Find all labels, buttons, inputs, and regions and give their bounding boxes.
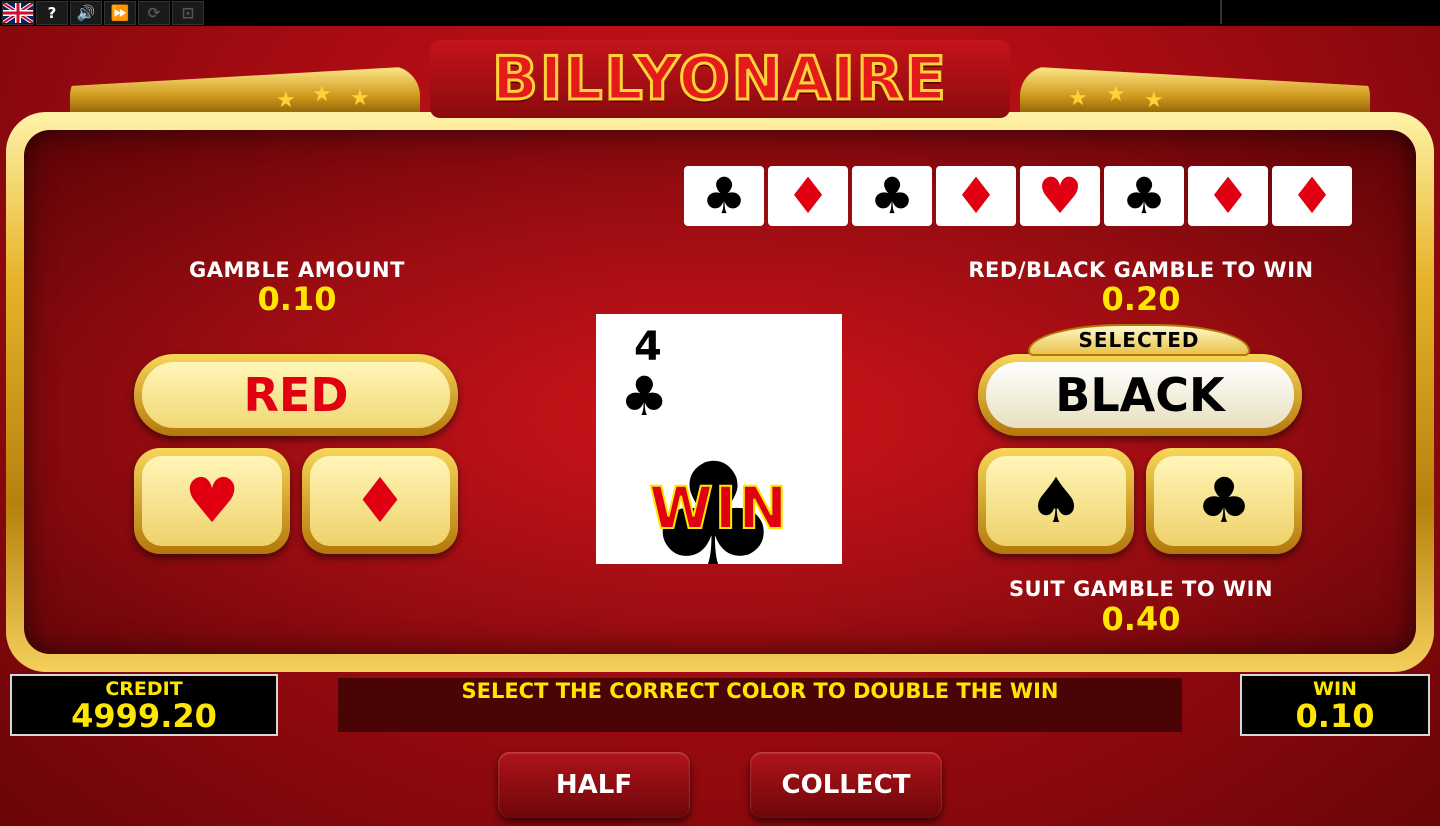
history-card: ♦ — [768, 166, 848, 226]
help-icon[interactable]: ? — [36, 1, 68, 25]
club-button[interactable]: ♣ — [1146, 448, 1302, 554]
star-icon: ★ — [1144, 88, 1164, 113]
top-toolbar: ? 🔊 ⏩ ⟳ ⊡ — [0, 0, 1440, 26]
fullscreen-icon[interactable]: ⊡ — [172, 1, 204, 25]
diamond-icon: ♦ — [310, 456, 450, 546]
diamond-button[interactable]: ♦ — [302, 448, 458, 554]
history-card: ♣ — [852, 166, 932, 226]
club-icon: ♣ — [1154, 456, 1294, 546]
black-button-label: BLACK — [986, 362, 1294, 428]
star-icon: ★ — [1106, 82, 1126, 107]
history-card: ♣ — [684, 166, 764, 226]
heart-icon: ♥ — [1037, 167, 1083, 225]
sound-icon[interactable]: 🔊 — [70, 1, 102, 25]
history-card: ♥ — [1020, 166, 1100, 226]
credit-box: CREDIT 4999.20 — [10, 674, 278, 736]
club-icon: ♣ — [869, 167, 915, 225]
star-icon: ★ — [350, 86, 370, 111]
win-box: WIN 0.10 — [1240, 674, 1430, 736]
suit-gamble-value: 0.40 — [1101, 600, 1181, 638]
toolbar-divider — [1220, 0, 1222, 24]
fast-forward-icon[interactable]: ⏩ — [104, 1, 136, 25]
black-button[interactable]: BLACK — [978, 354, 1302, 436]
red-button-label: RED — [142, 362, 450, 428]
red-button[interactable]: RED — [134, 354, 458, 436]
win-result-text: WIN — [648, 473, 790, 543]
suit-gamble-label: SUIT GAMBLE TO WIN — [1008, 577, 1274, 601]
heart-button[interactable]: ♥ — [134, 448, 290, 554]
half-button[interactable]: HALF — [498, 752, 690, 818]
card-history: ♣ ♦ ♣ ♦ ♥ ♣ ♦ ♦ — [684, 166, 1352, 226]
star-icon: ★ — [312, 82, 332, 107]
club-icon: ♣ — [1121, 167, 1167, 225]
club-icon: ♣ — [620, 365, 669, 428]
language-flag-icon[interactable] — [2, 1, 34, 25]
diamond-icon: ♦ — [785, 167, 831, 225]
autoplay-icon[interactable]: ⟳ — [138, 1, 170, 25]
credit-value: 4999.20 — [71, 697, 217, 735]
star-icon: ★ — [1068, 86, 1088, 111]
diamond-icon: ♦ — [1205, 167, 1251, 225]
spade-button[interactable]: ♠ — [978, 448, 1134, 554]
history-card: ♦ — [1188, 166, 1268, 226]
collect-button[interactable]: COLLECT — [750, 752, 942, 818]
diamond-icon: ♦ — [1289, 167, 1335, 225]
heart-icon: ♥ — [142, 456, 282, 546]
win-value: 0.10 — [1295, 697, 1375, 735]
red-black-value: 0.20 — [1101, 280, 1181, 318]
history-card: ♣ — [1104, 166, 1184, 226]
card-rank: 4 — [634, 324, 662, 370]
history-card: ♦ — [936, 166, 1016, 226]
gamble-amount-label: GAMBLE AMOUNT — [189, 258, 405, 282]
red-black-label: RED/BLACK GAMBLE TO WIN — [968, 258, 1314, 282]
club-icon: ♣ — [701, 167, 747, 225]
message-bar: SELECT THE CORRECT COLOR TO DOUBLE THE W… — [338, 678, 1182, 732]
gamble-amount-value: 0.10 — [257, 280, 337, 318]
star-icon: ★ — [276, 88, 296, 113]
game-logo: BILLYONAIRE — [430, 40, 1010, 118]
diamond-icon: ♦ — [953, 167, 999, 225]
drawn-card: 4 ♣ ♣ WIN — [596, 314, 842, 564]
history-card: ♦ — [1272, 166, 1352, 226]
spade-icon: ♠ — [986, 456, 1126, 546]
